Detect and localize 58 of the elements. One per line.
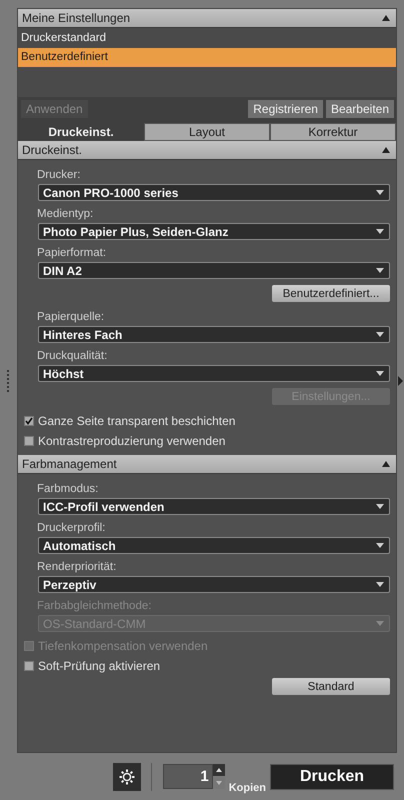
- tab[interactable]: Korrektur: [270, 123, 396, 141]
- collapse-icon[interactable]: [382, 461, 390, 467]
- drag-handle-icon[interactable]: [7, 370, 10, 392]
- dropdown[interactable]: DIN A2: [38, 262, 390, 279]
- field-label: Druckerprofil:: [37, 521, 106, 535]
- dropdown[interactable]: ICC-Profil verwenden: [38, 498, 390, 515]
- preset-button[interactable]: Bearbeiten: [326, 100, 394, 118]
- action-button[interactable]: Standard: [272, 678, 390, 695]
- collapse-icon[interactable]: [382, 147, 390, 153]
- checkbox[interactable]: [24, 436, 34, 446]
- print-button[interactable]: Drucken: [270, 764, 394, 790]
- settings-icon: [118, 768, 135, 784]
- field-label: Renderpriorität:: [37, 560, 118, 574]
- field-label: Farbabgleichmethode:: [37, 599, 152, 613]
- dropdown[interactable]: Photo Papier Plus, Seiden-Glanz: [38, 223, 390, 240]
- checkbox-label: Ganze Seite transparent beschichten: [38, 414, 236, 428]
- caret-icon: [376, 332, 384, 337]
- caret-icon: [376, 582, 384, 587]
- field-label: Medientyp:: [37, 207, 94, 221]
- dropdown[interactable]: Perzeptiv: [38, 576, 390, 593]
- checkbox-label: Soft-Prüfung aktivieren: [38, 658, 160, 672]
- expand-arrow-icon[interactable]: [398, 376, 403, 386]
- caret-icon: [376, 371, 384, 376]
- up-arrow-icon: [216, 768, 222, 772]
- settings-button[interactable]: [112, 762, 141, 790]
- dropdown[interactable]: Höchst: [38, 365, 390, 382]
- checkbox-label: Tiefenkompensation verwenden: [38, 638, 208, 652]
- field-label: Papierquelle:: [37, 310, 106, 324]
- dropdown[interactable]: Hinteres Fach: [38, 326, 390, 343]
- collapse-icon[interactable]: [382, 15, 390, 21]
- checkbox[interactable]: [24, 660, 34, 670]
- section-header[interactable]: Druckeinst.: [18, 141, 396, 160]
- caret-icon: [376, 621, 384, 626]
- caret-icon: [376, 190, 384, 195]
- caret-icon: [376, 229, 384, 234]
- section-header[interactable]: Meine Einstellungen: [18, 9, 396, 28]
- dropdown[interactable]: Canon PRO-1000 series: [38, 184, 390, 201]
- field-label: Farbmodus:: [37, 482, 100, 496]
- caret-icon: [376, 268, 384, 273]
- checkbox-label: Kontrastreproduzierung verwenden: [38, 434, 226, 448]
- preset-item[interactable]: Benutzerdefiniert: [18, 48, 396, 67]
- increment-button[interactable]: [212, 764, 225, 776]
- field-label: Papierformat:: [37, 246, 108, 260]
- caret-icon: [376, 504, 384, 509]
- tab[interactable]: Layout: [144, 123, 270, 141]
- action-button[interactable]: Benutzerdefiniert...: [272, 285, 390, 302]
- copies-label: Kopien: [228, 782, 266, 794]
- caret-icon: [376, 543, 384, 548]
- down-arrow-icon: [216, 781, 222, 785]
- decrement-button[interactable]: [212, 777, 225, 789]
- preset-button[interactable]: Registrieren: [248, 100, 323, 118]
- dropdown[interactable]: Automatisch: [38, 537, 390, 554]
- preset-item[interactable]: Druckerstandard: [18, 29, 396, 48]
- copies-field[interactable]: 1: [162, 764, 213, 789]
- section-header[interactable]: Farbmanagement: [18, 455, 396, 474]
- field-label: Druckqualität:: [37, 349, 108, 363]
- field-label: Drucker:: [37, 168, 82, 182]
- checkbox[interactable]: [24, 416, 34, 426]
